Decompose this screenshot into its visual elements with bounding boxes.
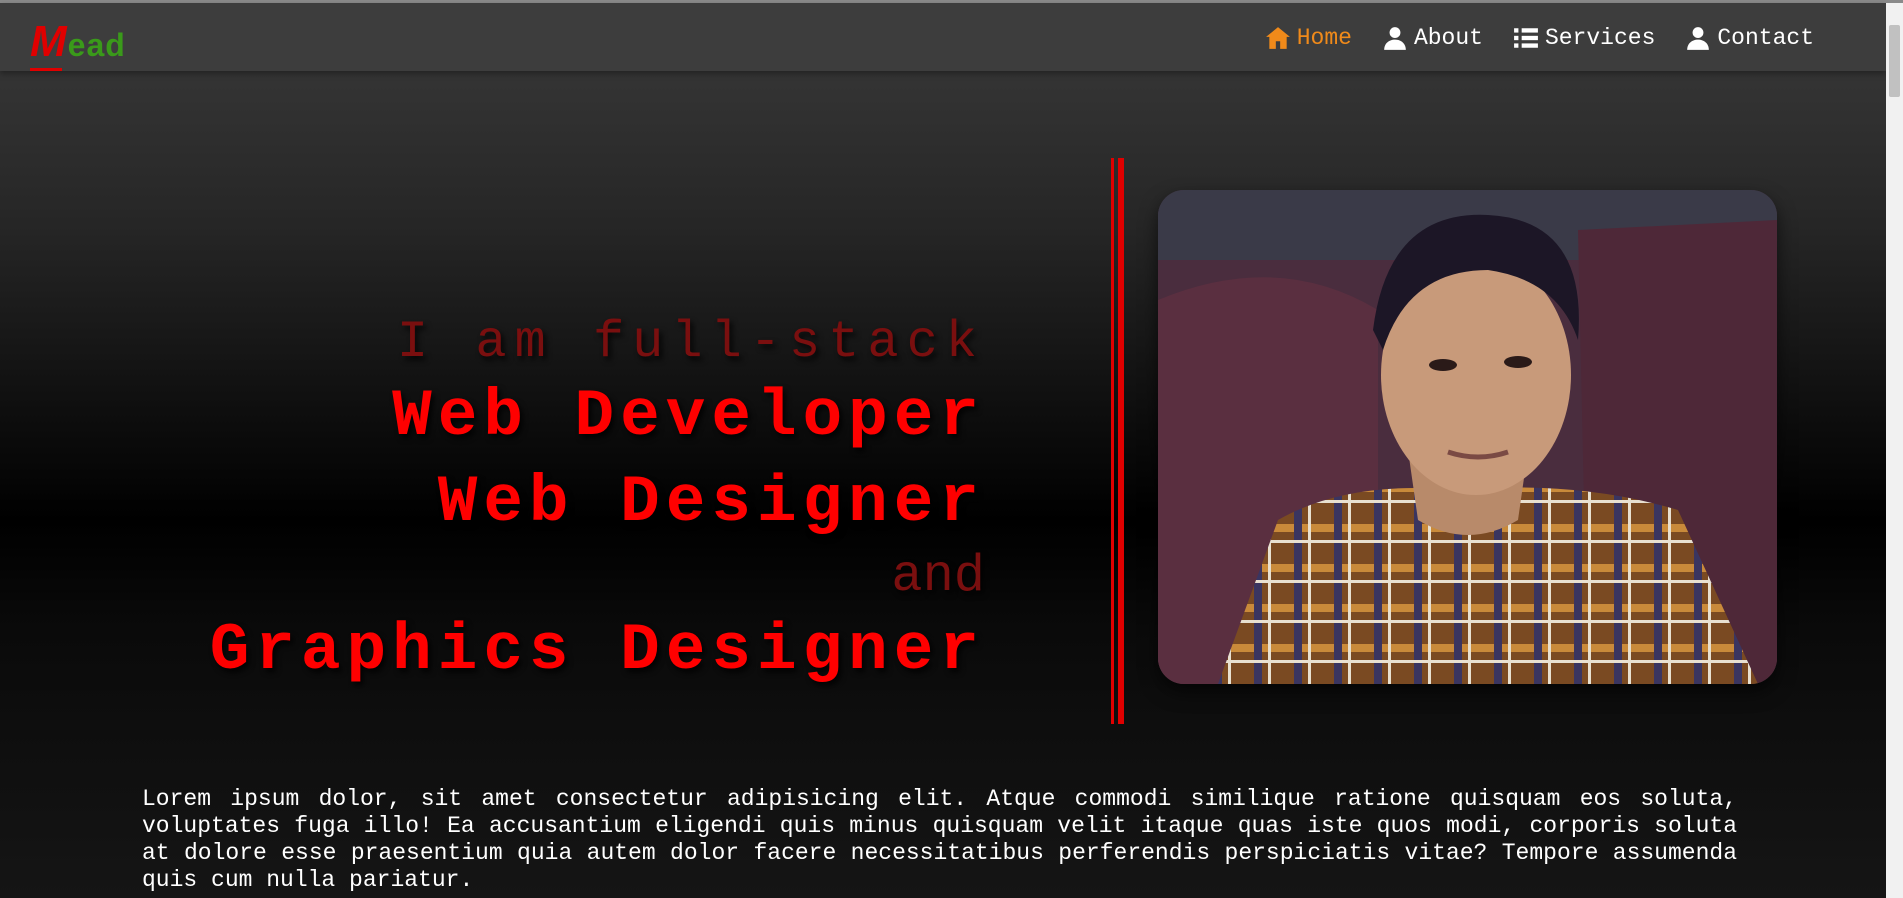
page-scrollbar[interactable] — [1886, 3, 1903, 898]
hero-role-web-designer: Web Designer — [437, 465, 985, 540]
nav-contact[interactable]: Contact — [1685, 25, 1814, 51]
hero-and: and — [891, 547, 985, 606]
logo-text: ead — [67, 27, 126, 63]
site-logo[interactable]: Mead — [30, 17, 126, 67]
profile-portrait-illustration — [1158, 190, 1777, 684]
hero-headline: I am full-stack Web Developer Web Design… — [210, 312, 985, 694]
logo-letter: M — [30, 17, 68, 66]
home-icon — [1265, 27, 1290, 49]
nav-services[interactable]: Services — [1513, 25, 1655, 51]
hero-intro: I am full-stack — [396, 313, 985, 372]
hero-role-graphics-designer: Graphics Designer — [209, 613, 985, 688]
nav-about-label: About — [1413, 25, 1483, 51]
nav-home[interactable]: Home — [1265, 25, 1352, 51]
nav-home-label: Home — [1296, 25, 1352, 51]
nav-about[interactable]: About — [1382, 25, 1483, 51]
navbar: Mead Home About Services Contact — [0, 3, 1886, 71]
vertical-divider-thin — [1111, 158, 1114, 724]
scrollbar-thumb[interactable] — [1889, 25, 1900, 97]
bio-paragraph: Lorem ipsum dolor, sit amet consectetur … — [142, 786, 1737, 893]
nav-contact-label: Contact — [1717, 25, 1814, 51]
user-icon — [1384, 27, 1406, 50]
logo-underline — [30, 68, 62, 71]
nav-services-label: Services — [1544, 25, 1656, 51]
profile-photo — [1158, 190, 1777, 684]
list-icon — [1514, 28, 1538, 48]
user-icon — [1687, 27, 1710, 50]
main-nav: Home About Services Contact — [1265, 25, 1814, 51]
vertical-divider-thick — [1118, 158, 1124, 724]
hero-role-web-developer: Web Developer — [392, 379, 985, 454]
